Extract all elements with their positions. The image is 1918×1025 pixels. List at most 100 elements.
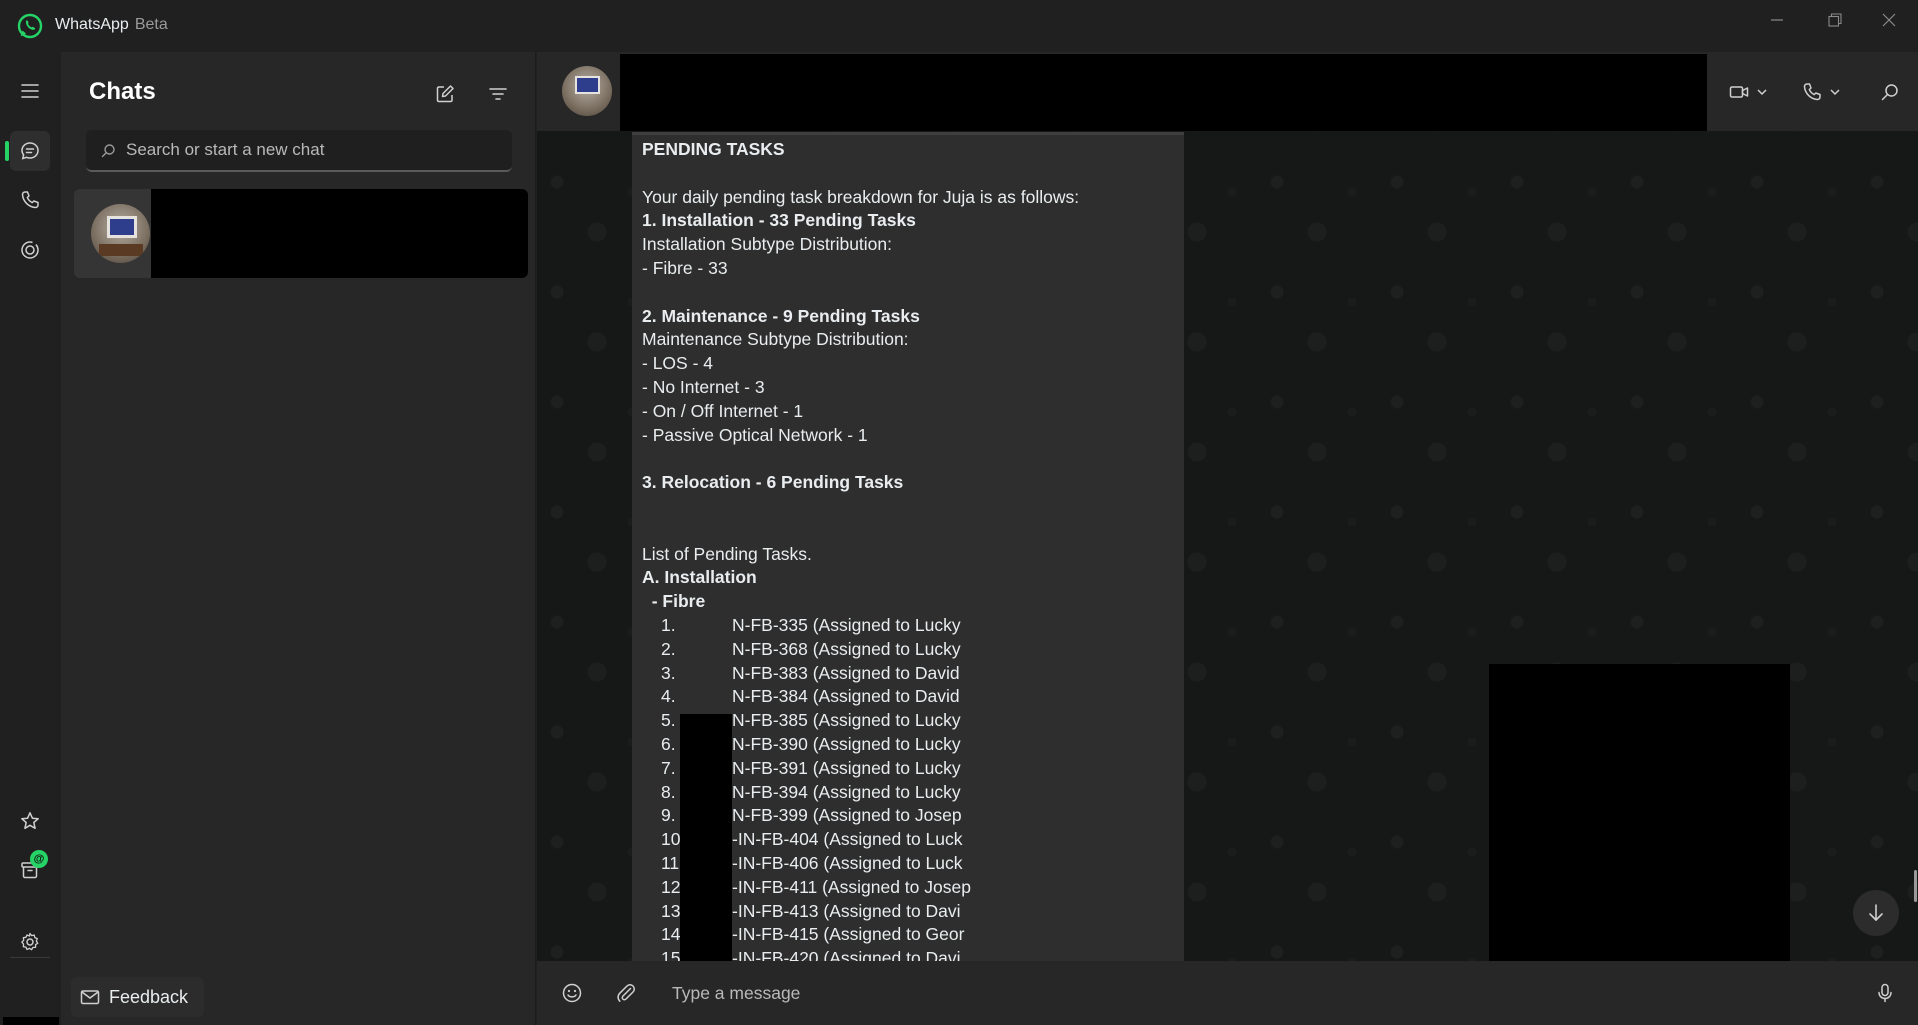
feedback-button[interactable]: Feedback: [71, 977, 205, 1017]
chats-title: Chats: [89, 78, 156, 105]
task-text: N-FB-384 (Assigned to David: [732, 686, 960, 707]
task-list-item: 1. N-FB-335 (Assigned to Lucky: [642, 614, 1182, 638]
contact-avatar[interactable]: [562, 66, 612, 116]
voice-message-button[interactable]: [1865, 973, 1905, 1013]
message-line: [642, 162, 1182, 186]
quoted-message-strip: [632, 132, 1184, 135]
message-line: 2. Maintenance - 9 Pending Tasks: [642, 305, 920, 326]
message-line: [642, 519, 1182, 543]
restore-button[interactable]: [1806, 0, 1864, 40]
message-line: Your daily pending task breakdown for Ju…: [642, 186, 1080, 207]
menu-button[interactable]: [10, 71, 50, 111]
calls-icon: [21, 191, 39, 209]
whatsapp-window: WhatsApp Beta @ Chats Search or start a …: [0, 0, 1918, 1025]
search-box[interactable]: [86, 130, 512, 172]
search-input[interactable]: [126, 140, 512, 160]
task-number: 3.: [661, 662, 676, 683]
task-text: N-FB-383 (Assigned to David: [732, 662, 960, 683]
search-messages-button[interactable]: [1870, 72, 1910, 112]
message-line: [642, 447, 1182, 471]
message-line: - Passive Optical Network - 1: [642, 424, 868, 445]
close-icon: [1882, 13, 1896, 27]
message-input[interactable]: [672, 979, 1772, 1007]
search-icon: [101, 143, 115, 157]
filter-icon: [489, 88, 507, 100]
app-name: WhatsApp: [55, 16, 129, 33]
new-chat-icon: [436, 85, 454, 103]
message-line: Installation Subtype Distribution:: [642, 234, 892, 255]
conversation-scrollbar[interactable]: [1914, 870, 1917, 902]
task-text: N-FB-335 (Assigned to Lucky: [732, 614, 961, 635]
voice-call-button[interactable]: [1793, 72, 1849, 112]
message-composer: [537, 961, 1918, 1025]
navigation-rail: @: [0, 52, 61, 1025]
message-line: List of Pending Tasks.: [642, 543, 812, 564]
message-line: - Fibre - 33: [642, 257, 728, 278]
minimize-button[interactable]: [1748, 0, 1806, 40]
task-text: -IN-FB-406 (Assigned to Luck: [732, 852, 963, 873]
message-line: - Fibre: [642, 591, 706, 612]
settings-icon: [21, 932, 39, 951]
chevron-down-icon: [1757, 89, 1767, 96]
new-chat-button[interactable]: [427, 76, 463, 112]
task-number: 1.: [661, 614, 676, 635]
chat-list-panel: Chats Feedback: [61, 52, 536, 1025]
minimize-icon: [1771, 19, 1783, 21]
restore-icon: [1828, 13, 1842, 27]
search-icon: [1881, 84, 1898, 101]
app-title: WhatsApp Beta: [55, 16, 168, 34]
task-list-item: 2. N-FB-368 (Assigned to Lucky: [642, 638, 1182, 662]
attach-button[interactable]: [606, 973, 646, 1013]
task-number: 4.: [661, 686, 676, 707]
video-call-button[interactable]: [1720, 72, 1776, 112]
status-nav-button[interactable]: [10, 230, 50, 270]
archived-button[interactable]: @: [10, 850, 50, 890]
chats-nav-button[interactable]: [10, 131, 50, 171]
task-number: 2.: [661, 638, 676, 659]
conversation-panel: PENDING TASKS Your daily pending task br…: [537, 52, 1918, 1025]
chat-avatar: [91, 204, 150, 263]
avatar-desk-shape: [99, 244, 143, 256]
conversation-header: [537, 52, 1918, 131]
whatsapp-logo: [17, 13, 43, 39]
title-bar: WhatsApp Beta: [0, 0, 1918, 52]
close-button[interactable]: [1860, 0, 1918, 40]
mail-icon: [80, 990, 100, 1005]
settings-button[interactable]: [10, 922, 50, 962]
message-line: [642, 281, 1182, 305]
app-tag: Beta: [134, 16, 168, 33]
status-icon: [21, 241, 39, 259]
task-text: N-FB-391 (Assigned to Lucky: [732, 757, 961, 778]
redacted-contact-name[interactable]: [620, 54, 1707, 131]
task-text: -IN-FB-415 (Assigned to Geor: [732, 924, 965, 945]
message-line: - On / Off Internet - 1: [642, 400, 804, 421]
scroll-to-bottom-button[interactable]: [1853, 890, 1899, 936]
archived-badge: @: [30, 850, 48, 868]
task-list-item: 4. N-FB-384 (Assigned to David: [642, 685, 1182, 709]
message-line: - LOS - 4: [642, 353, 713, 374]
task-text: N-FB-399 (Assigned to Josep: [732, 805, 962, 826]
redacted-chat-name: [151, 189, 528, 278]
task-text: -IN-FB-404 (Assigned to Luck: [732, 829, 963, 850]
video-call-icon: [1729, 86, 1749, 98]
calls-nav-button[interactable]: [10, 180, 50, 220]
emoji-button[interactable]: [552, 973, 592, 1013]
task-list-item: 3. N-FB-383 (Assigned to David: [642, 662, 1182, 686]
message-line: Maintenance Subtype Distribution:: [642, 329, 909, 350]
starred-icon: [21, 812, 39, 830]
message-line: 1. Installation - 33 Pending Tasks: [642, 210, 916, 231]
task-text: -IN-FB-413 (Assigned to Davi: [732, 900, 961, 921]
task-text: N-FB-394 (Assigned to Lucky: [732, 781, 961, 802]
message-bubble[interactable]: PENDING TASKS Your daily pending task br…: [632, 132, 1184, 1012]
voice-call-icon: [1803, 83, 1821, 101]
starred-messages-button[interactable]: [10, 801, 50, 841]
arrow-down-icon: [1869, 904, 1883, 921]
feedback-label: Feedback: [109, 986, 189, 1007]
emoji-icon: [562, 983, 582, 1003]
profile-button[interactable]: [3, 1017, 59, 1025]
chat-list-item[interactable]: [74, 189, 528, 278]
mic-icon: [1878, 983, 1892, 1003]
filter-button[interactable]: [480, 76, 516, 112]
task-text: N-FB-385 (Assigned to Lucky: [732, 710, 961, 731]
message-line: - No Internet - 3: [642, 376, 765, 397]
